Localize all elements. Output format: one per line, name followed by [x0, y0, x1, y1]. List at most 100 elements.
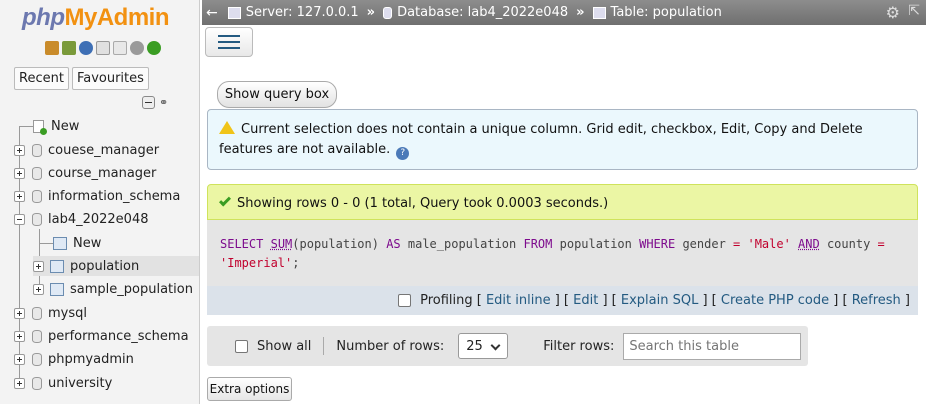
expand-icon[interactable]: [14, 144, 25, 156]
tree-item-lab4-2022e048[interactable]: lab4_2022e048: [14, 209, 149, 229]
table-icon: [50, 259, 64, 273]
tree-label: phpmyadmin: [48, 351, 134, 367]
sql-token: county: [819, 237, 878, 251]
tree-item-performance-schema[interactable]: performance_schema: [14, 326, 189, 346]
database-icon: [32, 376, 42, 390]
reload-icon[interactable]: [147, 41, 161, 55]
query-actions-bar: Profiling [ Edit inline ] [ Edit ] [ Exp…: [207, 286, 918, 315]
sql-token: male_population: [400, 237, 524, 251]
back-arrow-icon[interactable]: ←: [206, 5, 218, 21]
phpmyadmin-logo[interactable]: phpMyAdmin: [22, 4, 169, 32]
database-icon: [32, 189, 42, 203]
show-all-label: Show all: [257, 338, 312, 354]
extra-options-button[interactable]: Extra options: [207, 377, 292, 401]
recent-tab[interactable]: Recent: [14, 67, 69, 90]
docs-icon[interactable]: [96, 41, 110, 55]
expand-icon[interactable]: [33, 260, 44, 272]
rows-label: Number of rows:: [336, 338, 445, 354]
home-icon[interactable]: [45, 41, 59, 55]
show-query-box-button[interactable]: Show query box: [217, 81, 337, 108]
tree-item-population[interactable]: population: [33, 256, 199, 276]
explain-sql-link[interactable]: Explain SQL: [621, 293, 698, 308]
tree-item-information-schema[interactable]: information_schema: [14, 186, 180, 206]
breadcrumb-server[interactable]: Server: 127.0.0.1: [246, 5, 359, 20]
help-icon[interactable]: ?: [396, 147, 410, 160]
tree-item-mysql[interactable]: mysql: [14, 303, 87, 323]
sql-token: FROM: [523, 237, 553, 251]
collapse-arrow-icon[interactable]: ⇱: [908, 3, 920, 19]
sql-query-display: SELECT SUM(population) AS male_populatio…: [207, 220, 918, 286]
settings-gear-icon[interactable]: ⚙: [886, 3, 900, 22]
sql-token: SUM: [270, 237, 293, 251]
tree-connector: [39, 242, 53, 244]
tree-item-new[interactable]: New: [19, 116, 79, 136]
link-icon[interactable]: ⚭: [159, 96, 168, 109]
collapse-icon[interactable]: [14, 213, 25, 225]
tree-item-university[interactable]: university: [14, 373, 112, 393]
checkmark-icon: [218, 194, 232, 207]
breadcrumb-separator: »: [366, 5, 376, 20]
breadcrumb-database[interactable]: Database: lab4_2022e048: [397, 5, 568, 20]
expand-icon[interactable]: [33, 283, 44, 295]
copy-icon[interactable]: [113, 41, 127, 55]
sql-token: ;: [292, 256, 300, 270]
tree-label: New: [51, 118, 80, 134]
profiling-checkbox[interactable]: [398, 294, 412, 307]
tree-connector: [19, 125, 33, 127]
tree-item-sample-population[interactable]: sample_population: [33, 279, 193, 299]
menu-toggle-button[interactable]: [205, 27, 253, 57]
collapse-all-icon[interactable]: [142, 96, 155, 109]
expand-icon[interactable]: [14, 377, 25, 389]
sql-token: (population): [292, 237, 387, 251]
filter-rows-input[interactable]: [623, 332, 802, 360]
sql-token: 'Male': [740, 237, 799, 251]
tree-item-couese-manager[interactable]: couese_manager: [14, 140, 159, 160]
favourites-tab[interactable]: Favourites: [71, 67, 149, 90]
tree-item-new-table[interactable]: New: [39, 233, 101, 253]
sql-token: AND: [798, 237, 820, 251]
show-all-checkbox[interactable]: [235, 339, 248, 353]
logout-icon[interactable]: [62, 41, 76, 55]
logo-php: php: [22, 4, 65, 31]
tree-label: population: [70, 258, 140, 274]
warning-icon: [219, 121, 235, 134]
database-icon: [32, 143, 42, 157]
tree-item-course-manager[interactable]: course_manager: [14, 163, 156, 183]
menu-bar: [218, 41, 240, 43]
new-table-icon: [53, 236, 67, 250]
expand-icon[interactable]: [14, 307, 25, 319]
unique-column-notice: Current selection does not contain a uni…: [207, 109, 918, 170]
breadcrumb-table[interactable]: Table: population: [611, 5, 722, 20]
database-icon: [32, 329, 42, 343]
rows-per-page-select[interactable]: 25: [458, 333, 509, 359]
refresh-link[interactable]: Refresh: [852, 293, 901, 308]
tree-label: mysql: [48, 305, 87, 321]
create-php-code-link[interactable]: Create PHP code: [721, 293, 829, 308]
table-navigation-bar: Show all Number of rows: 25 Filter rows:: [207, 326, 808, 366]
settings-icon[interactable]: [130, 41, 144, 55]
success-message: Showing rows 0 - 0 (1 total, Query took …: [207, 184, 918, 220]
database-icon: [32, 306, 42, 320]
menu-bar: [218, 47, 240, 49]
database-icon: [383, 6, 393, 19]
sql-token: 'Imperial': [220, 256, 293, 270]
expand-icon[interactable]: [14, 353, 25, 365]
tree-label: lab4_2022e048: [48, 211, 149, 227]
tree-item-phpmyadmin[interactable]: phpmyadmin: [14, 349, 134, 369]
expand-icon[interactable]: [14, 190, 25, 202]
table-icon: [592, 6, 606, 19]
sql-token: population: [552, 237, 640, 251]
help-icon[interactable]: [79, 41, 93, 55]
edit-link[interactable]: Edit: [573, 293, 598, 308]
sql-token: gender: [675, 237, 734, 251]
expand-icon[interactable]: [14, 330, 25, 342]
expand-icon[interactable]: [14, 167, 25, 179]
tree-label: university: [48, 375, 113, 391]
rows-select-value: 25: [466, 338, 483, 354]
sql-token: SELECT: [220, 237, 264, 251]
tree-label: couese_manager: [48, 142, 160, 158]
edit-inline-link[interactable]: Edit inline: [486, 293, 551, 308]
sql-token: AS: [386, 237, 401, 251]
notice-text: Current selection does not contain a uni…: [219, 122, 863, 157]
logo-myadmin: MyAdmin: [64, 4, 169, 31]
